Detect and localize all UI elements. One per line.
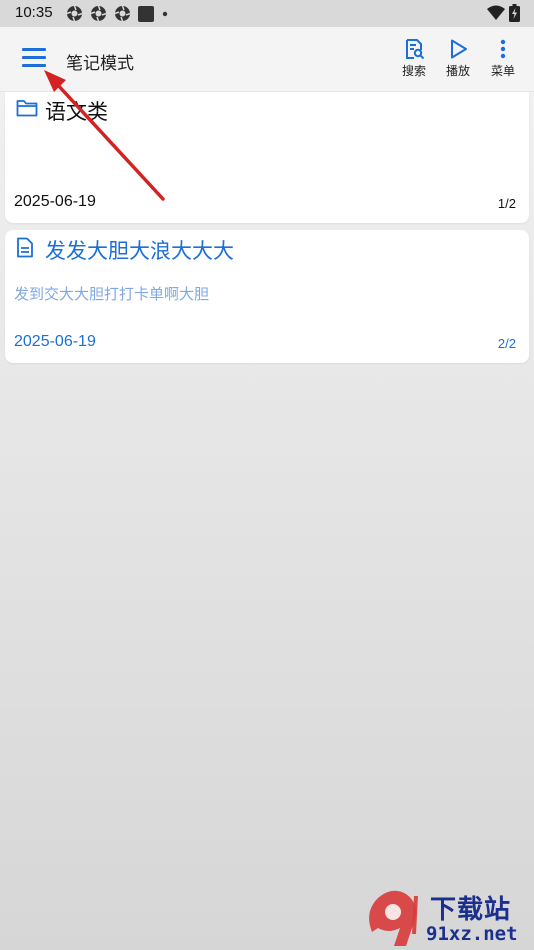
note-card[interactable]: 发发大胆大浪大大大 发到交大大胆打打卡单啊大胆 2025-06-19 2/2 bbox=[5, 230, 529, 363]
watermark-brand: 下载站 bbox=[430, 895, 512, 925]
page-title: 笔记模式 bbox=[66, 54, 134, 74]
system-icons bbox=[487, 4, 520, 22]
wifi-icon bbox=[487, 5, 505, 20]
search-label: 搜索 bbox=[401, 64, 426, 78]
app-bar: 笔记模式 搜索 播放 菜单 bbox=[0, 27, 534, 92]
battery-charging-icon bbox=[509, 4, 520, 22]
document-icon bbox=[17, 237, 33, 258]
folder-date: 2025-06-19 bbox=[14, 193, 96, 210]
note-description: 发到交大大胆打打卡单啊大胆 bbox=[14, 285, 210, 303]
more-vert-icon bbox=[500, 39, 506, 59]
status-time: 10:35 bbox=[15, 4, 53, 21]
note-date: 2025-06-19 bbox=[14, 333, 96, 350]
search-note-icon bbox=[406, 39, 425, 60]
dot-icon bbox=[162, 11, 168, 16]
square-app-icon bbox=[138, 5, 154, 22]
watermark-url: 91xz.net bbox=[426, 923, 518, 945]
menu-button[interactable]: 菜单 bbox=[481, 38, 525, 84]
aperture-icon bbox=[66, 5, 83, 22]
folder-icon bbox=[16, 100, 38, 117]
notification-icons bbox=[66, 5, 169, 22]
folder-card[interactable]: 语文类 2025-06-19 1/2 bbox=[5, 92, 529, 223]
menu-label: 菜单 bbox=[490, 64, 515, 78]
menu-icon[interactable] bbox=[22, 48, 46, 70]
watermark-logo bbox=[369, 890, 418, 946]
aperture-icon bbox=[90, 5, 107, 22]
status-bar: 10:35 bbox=[0, 0, 534, 27]
folder-title: 语文类 bbox=[45, 100, 108, 124]
play-label: 播放 bbox=[445, 64, 470, 78]
play-icon bbox=[451, 39, 467, 59]
folder-count: 1/2 bbox=[497, 196, 516, 211]
play-button[interactable]: 播放 bbox=[436, 38, 480, 84]
watermark: 下载站 91xz.net bbox=[362, 882, 534, 950]
search-button[interactable]: 搜索 bbox=[392, 38, 436, 84]
note-count: 2/2 bbox=[497, 336, 516, 351]
note-title: 发发大胆大浪大大大 bbox=[45, 239, 234, 263]
aperture-icon bbox=[114, 5, 131, 22]
